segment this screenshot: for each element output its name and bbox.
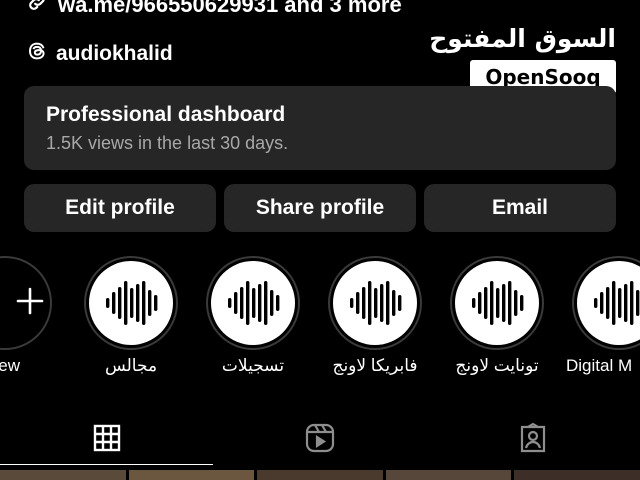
audio-wave-icon — [455, 261, 539, 345]
profile-actions: Edit profile Share profile Email — [24, 184, 616, 232]
post-thumbnail[interactable] — [128, 470, 255, 480]
post-thumbnail[interactable] — [385, 470, 512, 480]
audio-wave-icon — [211, 261, 295, 345]
dashboard-title: Professional dashboard — [46, 103, 286, 126]
profile-tabs — [0, 412, 640, 462]
posts-grid-preview — [0, 470, 640, 480]
tab-posts[interactable] — [87, 420, 127, 456]
link-icon — [26, 0, 48, 19]
opensooq-watermark: السوق المفتوح OpenSooq — [429, 22, 616, 94]
highlight-label: تونايت لاونج — [455, 356, 539, 375]
threads-handle: audiokhalid — [56, 42, 173, 65]
reels-icon — [305, 423, 335, 453]
posts-grid-icon — [93, 424, 121, 452]
share-profile-button[interactable]: Share profile — [224, 184, 416, 232]
highlight-label: Digital M — [566, 356, 633, 375]
watermark-arabic-text: السوق المفتوح — [429, 24, 616, 53]
profile-link-text[interactable]: wa.me/966550629931 and 3 more — [58, 0, 402, 18]
professional-dashboard-card[interactable]: Professional dashboard 1.5K views in the… — [24, 86, 616, 170]
post-thumbnail[interactable] — [514, 470, 640, 480]
tab-reels[interactable] — [300, 420, 340, 456]
post-thumbnail[interactable] — [0, 470, 126, 480]
plus-icon — [0, 286, 45, 321]
threads-icon — [26, 40, 48, 68]
dashboard-subtitle: 1.5K views in the last 30 days. — [46, 133, 289, 153]
new-highlight-button[interactable] — [0, 256, 52, 350]
audio-wave-icon — [333, 261, 417, 345]
post-thumbnail[interactable] — [257, 470, 383, 480]
tagged-icon — [520, 422, 546, 453]
story-highlights: New مجالس تسجيلات فابريكا لاونج تونايت ل… — [0, 256, 640, 386]
audio-wave-icon — [577, 261, 640, 345]
active-tab-indicator — [0, 464, 213, 465]
edit-profile-button[interactable]: Edit profile — [24, 184, 216, 232]
email-button[interactable]: Email — [424, 184, 616, 232]
threads-badge[interactable]: audiokhalid — [26, 40, 173, 68]
profile-link-row[interactable]: wa.me/966550629931 and 3 more — [26, 0, 402, 18]
audio-wave-icon — [89, 261, 173, 345]
tab-tagged[interactable] — [513, 420, 553, 456]
new-highlight-label: New — [0, 356, 21, 375]
